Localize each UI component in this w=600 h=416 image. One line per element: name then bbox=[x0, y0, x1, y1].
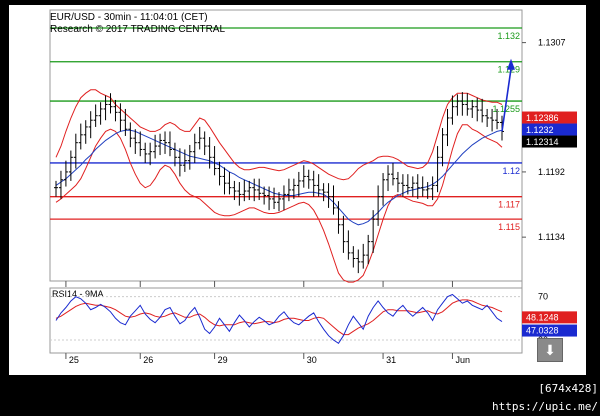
x-axis-tick-label: 30 bbox=[307, 355, 317, 365]
provider-caption: Research © 2017 TRADING CENTRAL bbox=[50, 24, 226, 35]
chart-canvas: 1.1321.1291.12551.121.1171.1151.13071.11… bbox=[49, 9, 577, 365]
bollinger-upper-line bbox=[55, 89, 503, 181]
level-label: 1.115 bbox=[498, 222, 520, 232]
price-panel-frame bbox=[49, 9, 523, 282]
level-label: 1.12 bbox=[502, 166, 520, 176]
rsi-axis-tick-label: 70 bbox=[538, 292, 548, 302]
rsi-panel-frame bbox=[49, 287, 523, 354]
level-label: 1.117 bbox=[498, 200, 520, 210]
level-label: 1.132 bbox=[497, 31, 520, 41]
x-axis-tick-label: Jun bbox=[455, 355, 470, 365]
chart-panel: 1.1321.1291.12551.121.1171.1151.13071.11… bbox=[9, 5, 586, 375]
rsi-badge-label: 48.1248 bbox=[526, 312, 559, 322]
forecast-arrow-shaft bbox=[501, 68, 512, 132]
price-badge-label: 1.12386 bbox=[526, 113, 559, 123]
x-axis-tick-label: 29 bbox=[218, 355, 228, 365]
price-axis-tick-label: 1.1192 bbox=[538, 167, 565, 177]
source-banner: [674x428] https://upic.me/ bbox=[492, 382, 598, 413]
scroll-down-button[interactable]: ⬇ bbox=[537, 338, 563, 362]
rsi-badge-label: 47.0328 bbox=[526, 326, 559, 336]
x-axis-tick-label: 25 bbox=[69, 355, 79, 365]
rsi-line bbox=[55, 293, 503, 344]
x-axis-tick-label: 26 bbox=[143, 355, 153, 365]
price-badge-label: 1.12314 bbox=[526, 137, 559, 147]
rsi-ma-line bbox=[55, 299, 503, 336]
price-axis-tick-label: 1.1307 bbox=[538, 38, 566, 48]
instrument-title: EUR/USD - 30min - 11:04:01 (CET) bbox=[50, 12, 208, 23]
price-axis-tick-label: 1.1134 bbox=[538, 232, 565, 242]
x-axis-tick-label: 31 bbox=[386, 355, 396, 365]
down-arrow-icon: ⬇ bbox=[544, 342, 556, 358]
price-badge-label: 1.1232 bbox=[526, 125, 554, 135]
